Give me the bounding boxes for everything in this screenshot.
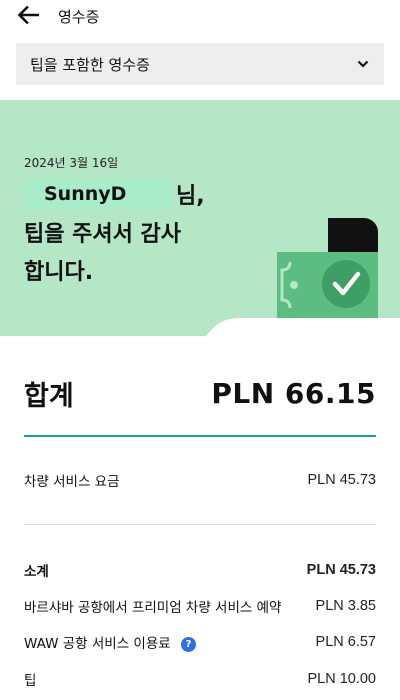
receipt-type-dropdown[interactable]: 팁을 포함한 영수증 [16, 43, 384, 85]
total-divider [24, 435, 376, 437]
page-title: 영수증 [58, 8, 100, 26]
subtotal-label: 소계 [24, 564, 49, 580]
thank-you-banner: 2024년 3월 16일 SunnyD 님, 팁을 주셔서 감사 합니다. [0, 100, 400, 336]
thank-you-line-2: 합니다. [24, 260, 94, 285]
greeting-name-row: SunnyD 님, [24, 178, 205, 210]
premium-booking-amount: PLN 3.85 [315, 598, 376, 614]
back-button[interactable] [14, 3, 42, 27]
receipt-date: 2024년 3월 16일 [24, 156, 119, 170]
subtotal-row: 소계 PLN 45.73 [24, 560, 376, 580]
premium-booking-label: 바르샤바 공항에서 프리미엄 차량 서비스 예약 [24, 600, 282, 616]
section-divider [24, 524, 376, 525]
airport-fee-label: WAW 공항 서비스 이용료 [24, 636, 171, 652]
subtotal-amount: PLN 45.73 [306, 562, 376, 578]
tip-label: 팁 [24, 673, 37, 689]
airport-fee-row: WAW 공항 서비스 이용료 ? PLN 6.57 [24, 632, 376, 652]
total-label: 합계 [24, 381, 74, 412]
arrow-left-icon [17, 6, 39, 24]
fare-amount: PLN 45.73 [307, 472, 376, 488]
total-amount: PLN 66.15 [211, 377, 376, 410]
name-suffix: 님, [176, 184, 205, 209]
fare-label: 차량 서비스 요금 [24, 474, 120, 490]
thank-you-message: 팁을 주셔서 감사 합니다. [24, 216, 264, 292]
thank-you-line-1: 팁을 주셔서 감사 [24, 222, 181, 247]
cash-check-icon [277, 218, 378, 318]
rider-name: SunnyD [24, 179, 172, 209]
tip-amount: PLN 10.00 [307, 671, 376, 687]
premium-booking-row: 바르샤바 공항에서 프리미엄 차량 서비스 예약 PLN 3.85 [24, 596, 376, 616]
question-circle-icon[interactable]: ? [181, 636, 196, 652]
chevron-down-icon [356, 57, 370, 71]
tip-row: 팁 PLN 10.00 [24, 669, 376, 689]
airport-fee-amount: PLN 6.57 [315, 634, 376, 650]
total-row: 합계 PLN 66.15 [24, 374, 376, 413]
receipt-type-selected: 팁을 포함한 영수증 [30, 55, 150, 74]
airport-fee-label-group: WAW 공항 서비스 이용료 ? [24, 632, 196, 652]
top-bar: 영수증 [0, 0, 400, 34]
fare-row: 차량 서비스 요금 PLN 45.73 [24, 470, 376, 490]
